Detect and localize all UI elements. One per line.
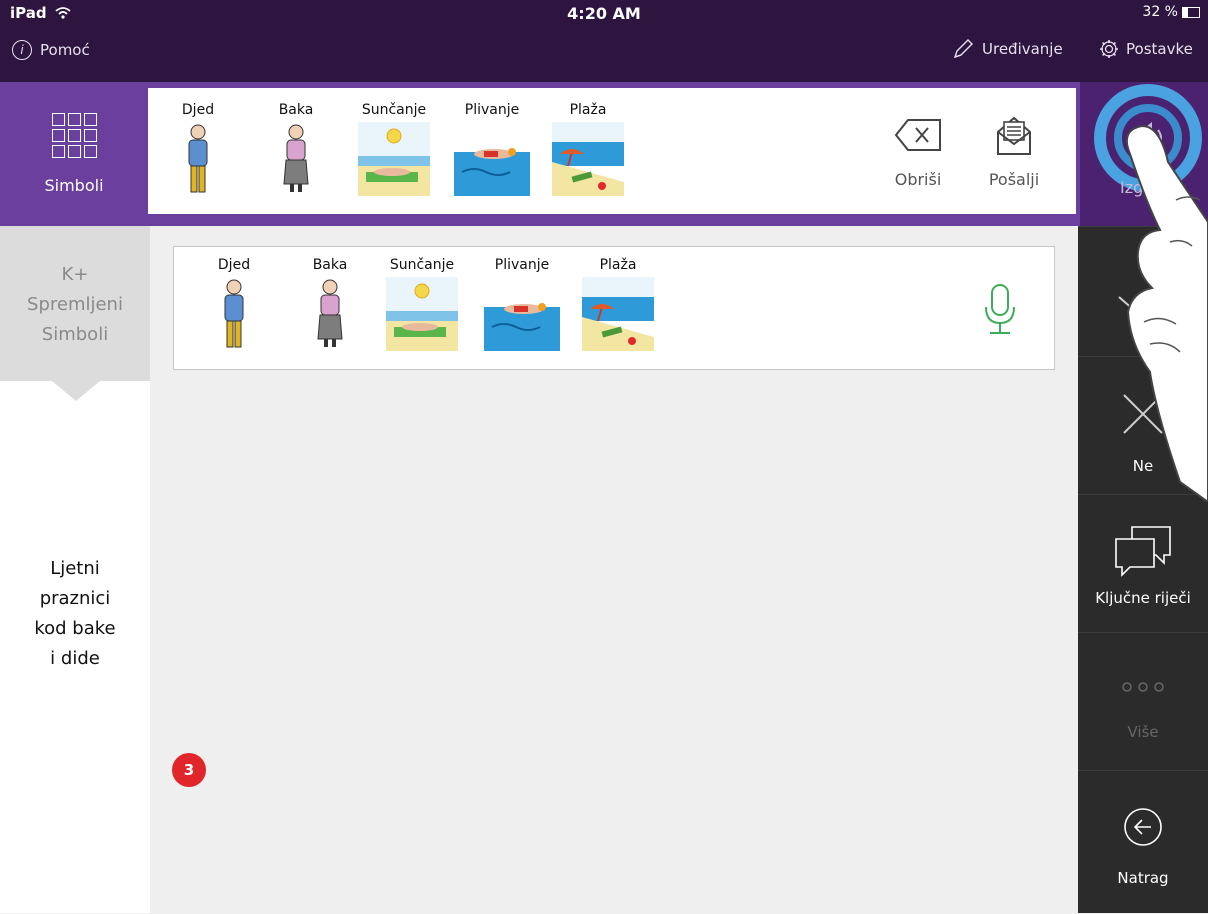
sunbathing-icon xyxy=(386,277,458,351)
sentence-symbol-grandfather[interactable]: Djed xyxy=(178,102,218,200)
back-arrow-icon xyxy=(1124,808,1162,846)
more-icon xyxy=(1122,682,1164,692)
speech-bubbles-icon xyxy=(1115,526,1171,577)
beach-icon xyxy=(552,122,624,196)
backspace-icon xyxy=(894,119,941,151)
keywords-button[interactable]: Ključne riječi xyxy=(1078,494,1208,633)
delete-button[interactable]: Obriši xyxy=(878,110,958,189)
swimming-icon xyxy=(484,277,560,351)
back-button[interactable]: Natrag xyxy=(1078,770,1208,914)
board-name[interactable]: Ljetni praznici kod bake i dide xyxy=(0,554,150,674)
no-button[interactable]: Ne xyxy=(1078,356,1208,495)
more-button[interactable]: Više xyxy=(1078,632,1208,771)
saved-symbol-swimming[interactable]: Plivanje xyxy=(484,257,560,355)
grandfather-icon xyxy=(188,124,208,193)
battery-icon xyxy=(1182,6,1200,18)
right-panel: Ne Ključne riječi Više Natrag xyxy=(1078,226,1208,913)
pencil-icon xyxy=(953,39,973,59)
grandfather-icon xyxy=(224,279,244,348)
tab-pointer xyxy=(52,381,100,401)
beach-icon xyxy=(582,277,654,351)
swimming-icon xyxy=(454,122,530,196)
sentence-symbol-grandmother[interactable]: Baka xyxy=(276,102,316,200)
saved-symbol-sunbathing[interactable]: Sunčanje xyxy=(386,257,458,355)
info-icon: i xyxy=(12,40,32,60)
symbols-button[interactable]: Simboli xyxy=(0,82,148,226)
edit-button[interactable]: Uređivanje xyxy=(952,38,1063,60)
status-bar: iPad 4:20 AM 32 % i Pomoć Uređivanje Pos… xyxy=(0,0,1208,82)
speak-button[interactable]: Izg xyxy=(1080,82,1208,226)
battery-indicator: 32 % xyxy=(1142,4,1200,20)
sentence-symbol-beach[interactable]: Plaža xyxy=(552,102,624,200)
notification-badge[interactable]: 3 xyxy=(172,753,206,787)
sunbathing-icon xyxy=(358,122,430,196)
settings-button[interactable]: Postavke xyxy=(1098,38,1193,60)
speaker-icon xyxy=(1094,84,1202,192)
saved-symbol-grandmother[interactable]: Baka xyxy=(310,257,350,355)
microphone-icon[interactable] xyxy=(982,283,1018,343)
main-area: Djed Baka Sunčanje Plivanje Plaža 3 xyxy=(150,226,1078,913)
grandmother-icon xyxy=(317,279,343,347)
grid-icon xyxy=(51,113,97,158)
saved-symbol-grandfather[interactable]: Djed xyxy=(214,257,254,355)
no-icon xyxy=(1123,394,1163,434)
sentence-symbol-swimming[interactable]: Plivanje xyxy=(454,102,530,200)
grandmother-icon xyxy=(283,124,309,192)
saved-symbols-tab[interactable]: K+ Spremljeni Simboli xyxy=(0,226,150,381)
yes-icon xyxy=(1118,272,1168,313)
saved-symbol-beach[interactable]: Plaža xyxy=(582,257,654,355)
clock: 4:20 AM xyxy=(567,4,641,23)
send-button[interactable]: Pošalji xyxy=(974,110,1054,189)
yes-button[interactable] xyxy=(1078,226,1208,357)
sentence-symbol-sunbathing[interactable]: Sunčanje xyxy=(358,102,430,200)
sentence-bar[interactable]: Djed Baka Sunčanje Plivanje Plaža Obriši… xyxy=(148,88,1076,214)
help-button[interactable]: i Pomoć xyxy=(12,40,90,60)
gear-icon xyxy=(1100,40,1118,58)
toolbar: Simboli Djed Baka Sunčanje Plivanje Plaž… xyxy=(0,82,1208,226)
saved-sentence-card[interactable]: Djed Baka Sunčanje Plivanje Plaža xyxy=(173,246,1055,370)
envelope-icon xyxy=(997,116,1031,155)
left-panel: K+ Spremljeni Simboli Ljetni praznici ko… xyxy=(0,226,150,913)
